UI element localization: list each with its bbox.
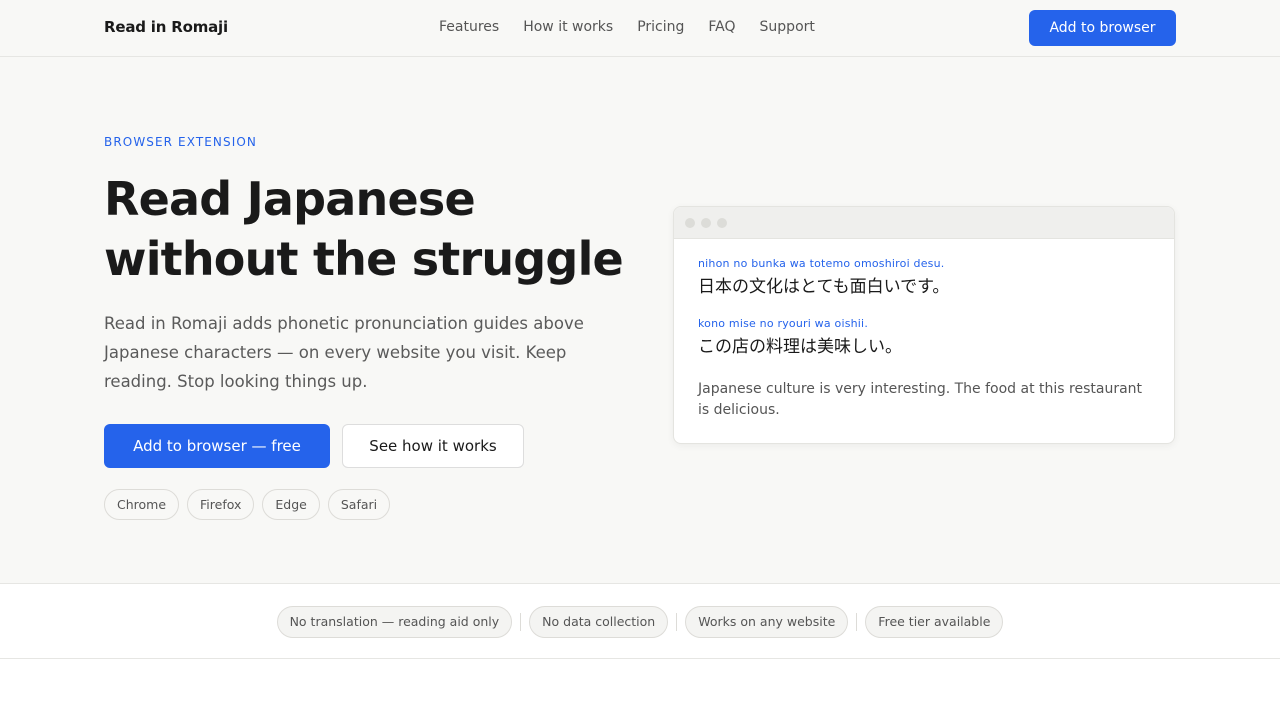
headline-line-2: without the struggle: [104, 232, 624, 286]
browser-chip-chrome: Chrome: [104, 489, 180, 520]
divider: [856, 612, 858, 631]
browser-chip-safari: Safari: [327, 489, 391, 520]
window-dot-icon: [685, 217, 695, 228]
window-dot-icon: [717, 217, 727, 228]
romaji-line-2: kono mise no ryouri wa oishii.: [698, 317, 869, 330]
nav-link-faq[interactable]: FAQ: [708, 19, 735, 35]
window-dot-icon: [701, 217, 711, 228]
browser-chip-firefox: Firefox: [187, 489, 255, 520]
demo-content: nihon no bunka wa totemo omoshiroi desu.…: [674, 239, 1174, 421]
divider: [676, 612, 678, 631]
nav-link-pricing[interactable]: Pricing: [637, 19, 684, 35]
header-add-to-browser-button[interactable]: Add to browser: [1029, 10, 1176, 46]
see-how-it-works-button[interactable]: See how it works: [342, 424, 524, 468]
hero-description: Read in Romaji adds phonetic pronunciati…: [104, 314, 584, 391]
japanese-line-1: 日本の文化はとても面白いです。: [698, 277, 950, 297]
nav-link-features[interactable]: Features: [439, 19, 499, 35]
feature-highlights: No translation — reading aid only No dat…: [0, 585, 1280, 659]
romaji-line-1: nihon no bunka wa totemo omoshiroi desu.: [698, 257, 945, 270]
hero-section: BROWSER EXTENSION Read Japanese without …: [0, 57, 1280, 584]
demo-window-titlebar: [674, 207, 1174, 239]
main-nav: Features How it works Pricing FAQ Suppor…: [439, 19, 815, 35]
translation-text: Japanese culture is very interesting. Th…: [698, 381, 1143, 418]
divider: [520, 612, 522, 631]
feature-chip-no-data-collection: No data collection: [529, 605, 669, 638]
browser-chip-edge: Edge: [262, 489, 320, 520]
feature-chip-any-website: Works on any website: [685, 605, 849, 638]
demo-browser-window: nihon no bunka wa totemo omoshiroi desu.…: [673, 206, 1175, 444]
feature-chip-free-tier: Free tier available: [865, 605, 1004, 638]
brand-logo[interactable]: Read in Romaji: [104, 18, 228, 36]
nav-link-how-it-works[interactable]: How it works: [523, 19, 613, 35]
supported-browsers: Chrome Firefox Edge Safari: [104, 489, 391, 520]
japanese-line-2: この店の料理は美味しい。: [698, 337, 902, 357]
hero-headline: Read Japanese without the struggle: [104, 169, 624, 289]
headline-line-1: Read Japanese: [104, 172, 476, 226]
hero-eyebrow: BROWSER EXTENSION: [104, 135, 257, 149]
feature-chip-no-translation: No translation — reading aid only: [276, 605, 513, 638]
top-navigation-bar: Read in Romaji Features How it works Pri…: [0, 0, 1280, 57]
nav-link-support[interactable]: Support: [760, 19, 815, 35]
add-to-browser-free-button[interactable]: Add to browser — free: [104, 424, 330, 468]
